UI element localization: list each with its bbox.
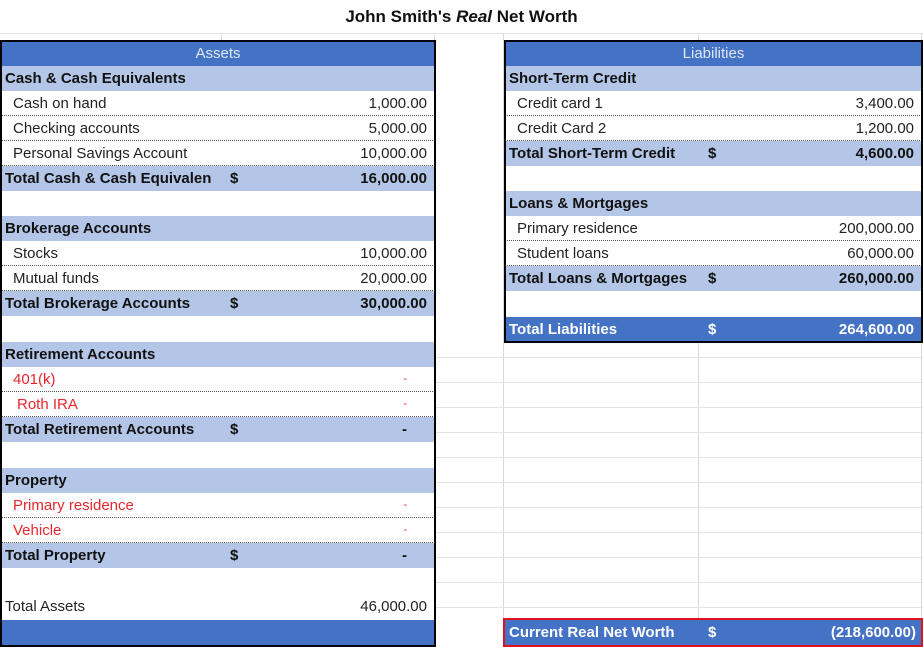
currency-symbol: $ (230, 170, 239, 187)
table-row[interactable]: Primary residence - (1, 493, 435, 518)
table-row[interactable]: Mutual funds 20,000.00 (1, 266, 435, 291)
sheet-title[interactable]: John Smith's Real Net Worth (0, 0, 923, 33)
title-prefix: John Smith's (345, 7, 452, 26)
row-amount: - (403, 524, 407, 536)
table-row[interactable]: Credit Card 2 1,200.00 (505, 116, 922, 141)
section-short-term-title: Short-Term Credit (509, 70, 637, 87)
row-amount: 10,000.00 (360, 145, 427, 162)
total-row-brokerage[interactable]: Total Brokerage Accounts $ 30,000.00 (1, 291, 435, 316)
row-amount: - (403, 373, 407, 385)
assets-header-label: Assets (195, 45, 241, 62)
title-suffix: Net Worth (496, 7, 578, 26)
total-label: Total Property (5, 547, 106, 564)
total-label: Total Loans & Mortgages (509, 270, 688, 287)
row-amount: 5,000.00 (368, 120, 427, 137)
assets-header[interactable]: Assets (1, 41, 435, 66)
row-amount: 20,000.00 (360, 270, 427, 287)
row-label: Credit card 1 (517, 95, 603, 112)
assets-footer-bar (1, 620, 435, 645)
currency-symbol: $ (230, 547, 239, 564)
total-row-short-term[interactable]: Total Short-Term Credit $ 4,600.00 (505, 141, 922, 166)
currency-symbol: $ (230, 421, 239, 438)
section-retirement[interactable]: Retirement Accounts (1, 342, 435, 367)
section-brokerage-title: Brokerage Accounts (5, 220, 152, 237)
total-label: Total Brokerage Accounts (5, 295, 191, 312)
row-amount: 60,000.00 (847, 245, 914, 262)
row-label: Primary residence (517, 220, 638, 237)
row-amount: - (403, 398, 407, 410)
table-row[interactable]: Roth IRA - (1, 392, 435, 417)
section-loans[interactable]: Loans & Mortgages (505, 191, 922, 216)
section-loans-title: Loans & Mortgages (509, 195, 649, 212)
assets-panel: Assets Cash & Cash Equivalents Cash on h… (1, 41, 435, 646)
total-label: Total Retirement Accounts (5, 421, 195, 438)
row-label: Cash on hand (13, 95, 107, 112)
row-amount: 10,000.00 (360, 245, 427, 262)
section-property[interactable]: Property (1, 468, 435, 493)
liabilities-header-label: Liabilities (682, 45, 745, 62)
row-label: Primary residence (13, 497, 134, 514)
liabilities-header[interactable]: Liabilities (505, 41, 922, 66)
total-amount: - (402, 547, 407, 564)
section-cash[interactable]: Cash & Cash Equivalents (1, 66, 435, 91)
total-row-loans[interactable]: Total Loans & Mortgages $ 260,000.00 (505, 266, 922, 291)
row-label: Student loans (517, 245, 609, 262)
total-row-cash[interactable]: Total Cash & Cash Equivalen $ 16,000.00 (1, 166, 435, 191)
section-property-title: Property (5, 472, 67, 489)
table-row[interactable]: Primary residence 200,000.00 (505, 216, 922, 241)
row-label: Mutual funds (13, 270, 99, 287)
row-label: Stocks (13, 245, 59, 262)
row-label: Credit Card 2 (517, 120, 607, 137)
currency-symbol: $ (708, 270, 717, 287)
row-amount: 1,200.00 (855, 120, 914, 137)
table-row[interactable]: Checking accounts 5,000.00 (1, 116, 435, 141)
currency-symbol: $ (708, 321, 717, 338)
total-label: Total Cash & Cash Equivalen (5, 170, 212, 187)
row-amount: 1,000.00 (368, 95, 427, 112)
total-assets-label: Total Assets (5, 598, 86, 615)
table-row[interactable]: Stocks 10,000.00 (1, 241, 435, 266)
row-label: Vehicle (13, 522, 62, 539)
liabilities-panel: Liabilities Short-Term Credit Credit car… (505, 41, 922, 342)
total-row-property[interactable]: Total Property $ - (1, 543, 435, 568)
table-row[interactable]: Personal Savings Account 10,000.00 (1, 141, 435, 166)
total-amount: 30,000.00 (360, 295, 427, 312)
total-liabilities-row[interactable]: Total Liabilities $ 264,600.00 (505, 317, 922, 342)
section-short-term[interactable]: Short-Term Credit (505, 66, 922, 91)
total-amount: 260,000.00 (838, 270, 914, 287)
table-row[interactable]: Vehicle - (1, 518, 435, 543)
row-amount: - (403, 499, 407, 511)
total-row-retirement[interactable]: Total Retirement Accounts $ - (1, 417, 435, 442)
table-row[interactable]: Student loans 60,000.00 (505, 241, 922, 266)
table-row[interactable]: Cash on hand 1,000.00 (1, 91, 435, 116)
net-worth-highlight (503, 618, 923, 647)
total-label: Total Short-Term Credit (509, 145, 676, 162)
section-brokerage[interactable]: Brokerage Accounts (1, 216, 435, 241)
table-row[interactable]: Credit card 1 3,400.00 (505, 91, 922, 116)
currency-symbol: $ (708, 145, 717, 162)
row-label: Checking accounts (13, 120, 140, 137)
row-amount: 200,000.00 (838, 220, 914, 237)
total-amount: 4,600.00 (855, 145, 914, 162)
section-cash-title: Cash & Cash Equivalents (5, 70, 186, 87)
total-assets-row[interactable]: Total Assets 46,000.00 (1, 594, 435, 619)
table-row[interactable]: 401(k) - (1, 367, 435, 392)
row-label: Personal Savings Account (13, 145, 188, 162)
row-amount: 3,400.00 (855, 95, 914, 112)
currency-symbol: $ (230, 295, 239, 312)
row-label: 401(k) (13, 371, 56, 388)
title-emphasis: Real (456, 7, 493, 26)
total-assets-amount: 46,000.00 (360, 598, 427, 615)
row-label: Roth IRA (17, 396, 78, 413)
total-liabilities-label: Total Liabilities (509, 321, 618, 338)
section-retirement-title: Retirement Accounts (5, 346, 156, 363)
total-amount: 16,000.00 (360, 170, 427, 187)
total-amount: - (402, 421, 407, 438)
total-liabilities-amount: 264,600.00 (838, 321, 914, 338)
